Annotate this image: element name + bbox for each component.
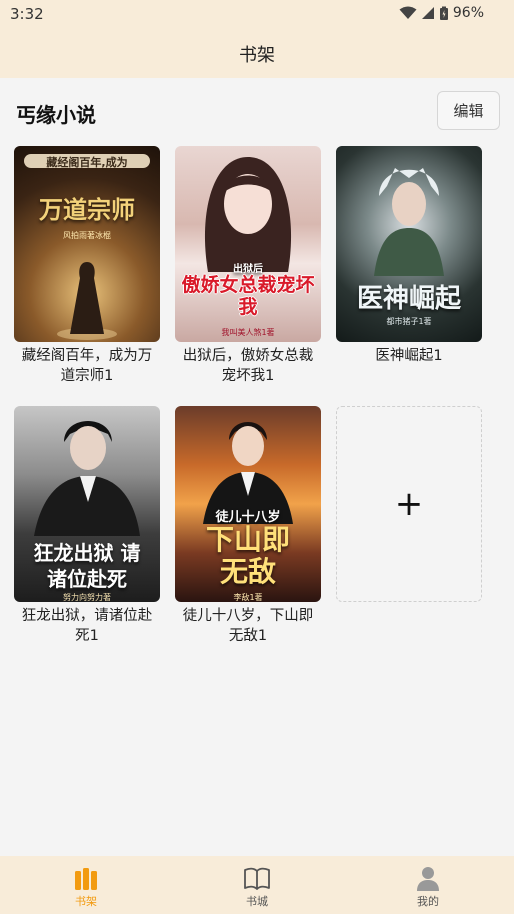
book-item[interactable]: 出狱后 傲娇女总裁宠坏我 我叫美人煞1著 出狱后，傲娇女总裁宠坏我1: [175, 146, 321, 386]
cover-author: 风拍雨著冰棍: [63, 231, 111, 240]
shelf-name: 丐缘小说: [16, 103, 96, 127]
edit-button[interactable]: 编辑: [437, 91, 500, 130]
book-cover[interactable]: 藏经阁百年,成为 万道宗师 风拍雨著冰棍: [14, 146, 160, 342]
user-icon: [417, 867, 439, 891]
cover-title-main: 狂龙出狱 请诸位赴死: [33, 541, 141, 591]
book-item[interactable]: 医神崛起 都市猪子1著 医神崛起1: [336, 146, 482, 366]
bottom-tab-bar: 书架 书城 我的: [0, 856, 514, 914]
book-cover[interactable]: 医神崛起 都市猪子1著: [336, 146, 482, 342]
book-title: 狂龙出狱，请诸位赴死1: [21, 608, 153, 644]
book-title: 出狱后，傲娇女总裁宠坏我1: [182, 348, 314, 384]
cover-author: 努力向努力著: [63, 593, 111, 602]
plus-icon: +: [394, 484, 424, 524]
cover-title-main: 万道宗师: [39, 196, 135, 224]
book-title: 藏经阁百年，成为万道宗师1: [21, 348, 153, 384]
book-item[interactable]: 藏经阁百年,成为 万道宗师 风拍雨著冰棍 藏经阁百年，成为万道宗师1: [14, 146, 160, 386]
cover-title-top: 出狱后: [233, 264, 263, 275]
book-item[interactable]: 狂龙出狱 请诸位赴死 努力向努力著 狂龙出狱，请诸位赴死1: [14, 406, 160, 646]
cover-author: 李敌1著: [233, 593, 263, 602]
cover-warrior-illustration: [374, 168, 444, 276]
cover-portrait-illustration: [204, 157, 292, 272]
book-cover[interactable]: 狂龙出狱 请诸位赴死 努力向努力著: [14, 406, 160, 602]
tab-profile-label: 我的: [417, 895, 439, 908]
cover-title-main: 医神崛起: [356, 284, 461, 314]
status-indicators: 96%: [399, 5, 484, 21]
shelf-header: 丐缘小说 编辑: [0, 78, 514, 144]
book-title: 徒儿十八岁，下山即无敌1: [182, 608, 314, 644]
book-cover[interactable]: 出狱后 傲娇女总裁宠坏我 我叫美人煞1著: [175, 146, 321, 342]
wifi-icon: [399, 6, 417, 19]
book-item[interactable]: 徒儿十八岁 下山即无敌 李敌1著 徒儿十八岁，下山即无敌1: [175, 406, 321, 646]
status-time: 3:32: [10, 5, 44, 23]
cover-title-main: 下山即无敌: [205, 523, 290, 588]
book-cover[interactable]: 徒儿十八岁 下山即无敌 李敌1著: [175, 406, 321, 602]
page-title: 书架: [239, 45, 275, 66]
cover-figure-illustration: [57, 262, 117, 340]
battery-percent: 96%: [452, 5, 484, 21]
add-book-button[interactable]: +: [336, 406, 482, 602]
book-title: 医神崛起1: [375, 348, 443, 364]
book-open-icon: [244, 867, 270, 890]
tab-bookshelf[interactable]: 书架: [26, 856, 146, 914]
bookshelf-icon: [75, 868, 97, 890]
cover-title-main: 傲娇女总裁宠坏我: [181, 274, 315, 318]
cover-title-top: 藏经阁百年,成为: [46, 156, 128, 169]
cover-man-illustration: [34, 421, 140, 536]
tab-bookstore-label: 书城: [246, 895, 268, 908]
cover-author: 我叫美人煞1著: [221, 328, 275, 337]
cellular-signal-icon: [421, 7, 434, 19]
app-header: 书架: [0, 30, 514, 78]
cover-author: 都市猪子1著: [386, 317, 432, 326]
tab-bookstore[interactable]: 书城: [197, 856, 317, 914]
status-bar: 3:32 96%: [0, 0, 514, 30]
tab-profile[interactable]: 我的: [368, 856, 488, 914]
tab-bookshelf-label: 书架: [75, 895, 97, 908]
battery-icon: [439, 6, 448, 20]
